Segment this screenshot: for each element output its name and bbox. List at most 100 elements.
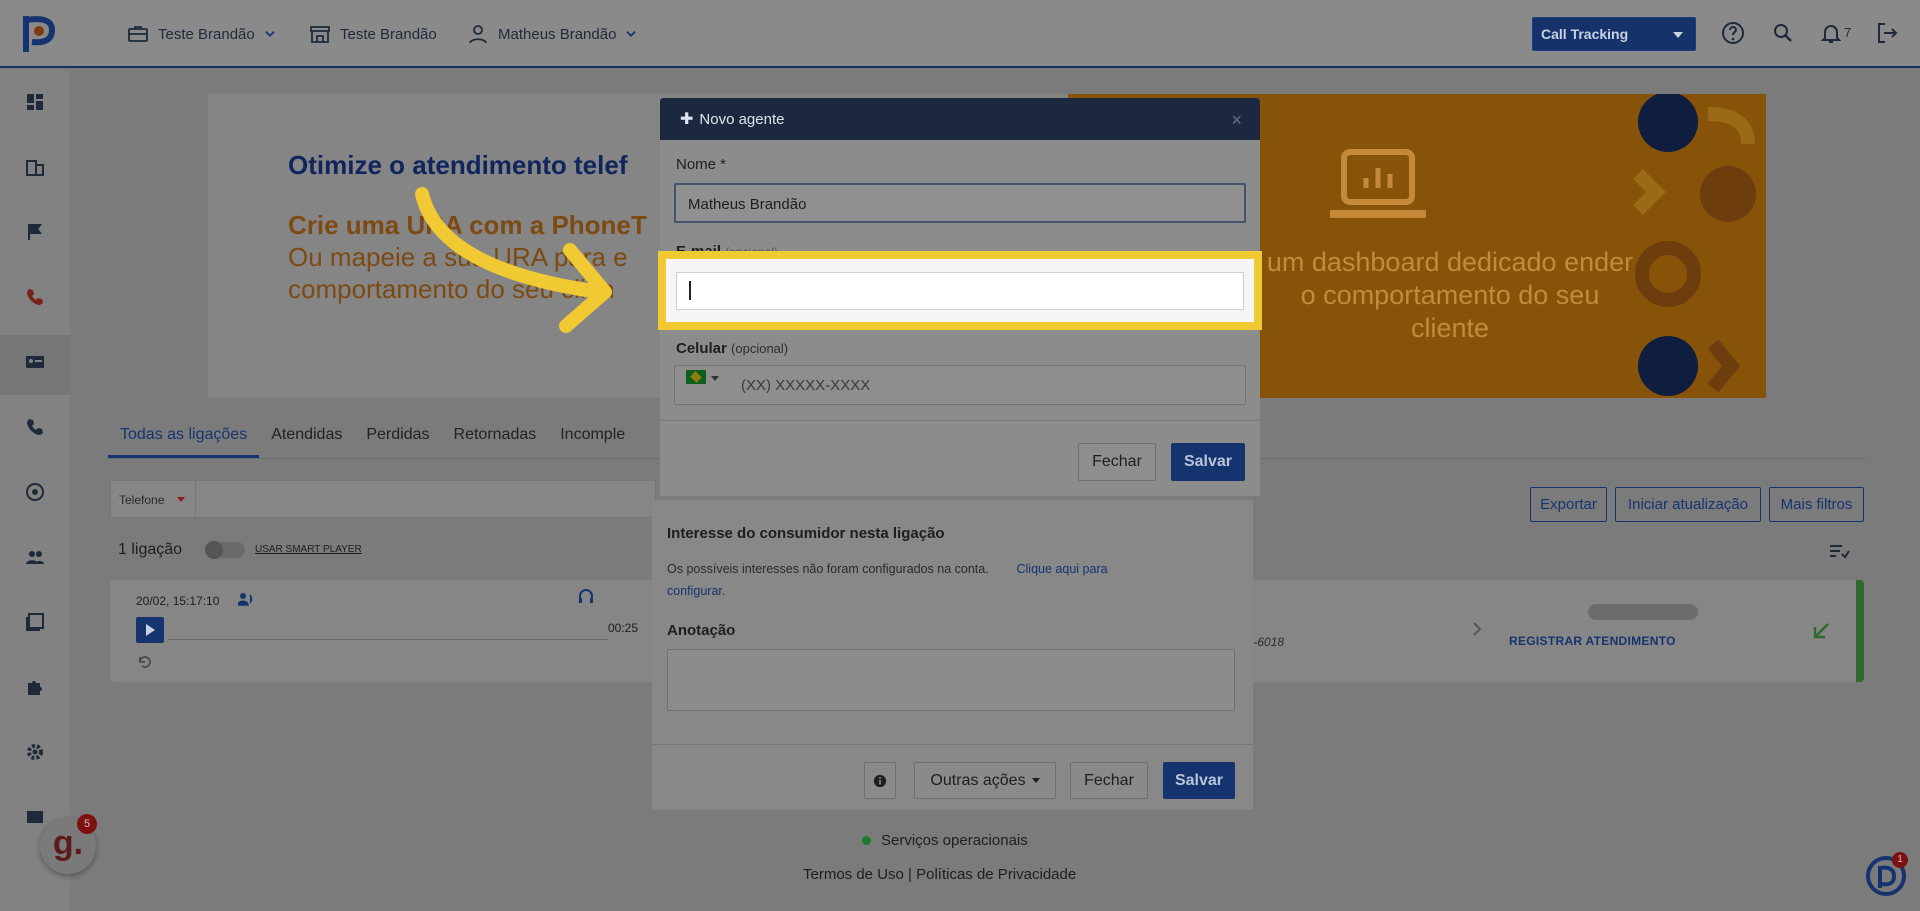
configure-link[interactable]: Clique aqui para	[1017, 562, 1108, 576]
calls-count: 1 ligação	[118, 541, 183, 558]
caret-down-icon	[177, 497, 185, 502]
phone-icon[interactable]	[25, 417, 45, 437]
incoming-call-icon	[1813, 623, 1829, 639]
dashboard-icon[interactable]	[25, 92, 45, 112]
building-icon[interactable]	[25, 157, 45, 177]
modal-close-button[interactable]: Fechar	[1078, 443, 1156, 481]
smart-player-toggle[interactable]	[205, 541, 245, 559]
user-menu[interactable]: Matheus Brandão	[466, 22, 638, 46]
call-duration: 00:25	[608, 621, 639, 635]
phone-filter-select[interactable]: Telefone	[110, 480, 196, 518]
brazil-flag-icon[interactable]	[686, 370, 706, 384]
panel-close-button[interactable]: Fechar	[1070, 762, 1148, 799]
blurred-caller-name	[1588, 604, 1698, 620]
service-status-text: Serviços operacionais	[881, 832, 1028, 849]
info-icon	[873, 774, 887, 787]
caret-down-icon	[1673, 32, 1683, 38]
modal-footer	[660, 420, 1260, 496]
annotation-textarea[interactable]	[667, 649, 1235, 711]
name-label: Nome *	[676, 156, 727, 173]
tutorial-arrow-icon	[415, 187, 612, 333]
g-widget-count: 5	[77, 814, 97, 834]
modal-save-button[interactable]: Salvar	[1171, 443, 1245, 481]
briefcase-icon	[128, 26, 148, 42]
annotation-label: Anotação	[667, 622, 736, 639]
phone-active-icon[interactable]	[25, 287, 45, 307]
start-refresh-button[interactable]: Iniciar atualização	[1615, 487, 1761, 522]
phone-field[interactable]: (XX) XXXXX-XXXX	[674, 365, 1246, 405]
product-select-value: Call Tracking	[1541, 26, 1629, 42]
caret-down-icon	[1031, 778, 1040, 783]
more-filters-button[interactable]: Mais filtros	[1769, 487, 1864, 522]
book-icon[interactable]	[25, 612, 45, 632]
contact-card-icon[interactable]	[25, 352, 45, 372]
company-selector-2[interactable]: Teste Brandão	[308, 22, 437, 46]
service-status: Serviços operacionais	[862, 832, 1028, 849]
filter-input[interactable]	[196, 480, 656, 518]
help-icon[interactable]	[1720, 20, 1746, 46]
panel-footer-divider	[652, 744, 1253, 745]
chevron-down-icon	[626, 31, 637, 37]
banner-title: Otimize o atendimento telef	[288, 150, 628, 180]
g-widget-button[interactable]: g. 5	[40, 814, 97, 874]
audio-waveform[interactable]	[168, 620, 608, 640]
phone-label-text: Celular	[676, 340, 727, 357]
decorative-shapes	[1633, 94, 1756, 396]
ura-icon[interactable]	[25, 482, 45, 502]
headphones-icon[interactable]	[578, 588, 594, 604]
register-service-link[interactable]: REGISTRAR ATENDIMENTO	[1509, 634, 1676, 648]
users-icon[interactable]	[25, 547, 45, 567]
text-cursor	[689, 281, 691, 300]
user-name: Matheus Brandão	[498, 25, 617, 43]
status-dot-icon	[862, 836, 871, 845]
modal-title: Novo agente	[699, 110, 785, 128]
tab-missed[interactable]: Perdidas	[354, 420, 441, 458]
phone-label: Celular (opcional)	[676, 340, 788, 357]
logout-icon[interactable]	[1874, 20, 1900, 46]
other-actions-button[interactable]: Outras ações	[914, 762, 1056, 799]
panel-save-button[interactable]: Salvar	[1163, 762, 1235, 799]
product-select[interactable]: Call Tracking	[1532, 17, 1696, 51]
gear-icon[interactable]	[25, 742, 45, 762]
tab-answered[interactable]: Atendidas	[259, 420, 354, 458]
call-tabs: Todas as ligações Atendidas Perdidas Ret…	[108, 420, 637, 458]
phone-filter-label: Telefone	[119, 493, 165, 507]
configure-link-2[interactable]: configurar.	[667, 584, 725, 598]
company-1-label: Teste Brandão	[158, 25, 255, 43]
email-field[interactable]	[676, 272, 1244, 310]
search-icon[interactable]	[1770, 20, 1796, 46]
toggle-knob	[205, 541, 223, 559]
user-icon	[469, 25, 487, 44]
tab-returned[interactable]: Retornadas	[442, 420, 549, 458]
close-icon[interactable]: ×	[1231, 110, 1242, 131]
company-2-label: Teste Brandão	[340, 25, 437, 43]
phone-optional: (opcional)	[731, 341, 789, 356]
footer-links[interactable]: Termos de Uso | Políticas de Privacidade	[803, 866, 1076, 883]
puzzle-icon[interactable]	[25, 677, 45, 697]
tab-incomplete[interactable]: Incomple	[548, 420, 637, 458]
support-chat-count: 1	[1892, 852, 1908, 868]
agent-voice-icon	[238, 593, 253, 606]
modal-header: ✚ Novo agente	[660, 98, 1260, 140]
top-bar: Teste Brandão Teste Brandão Matheus Bran…	[0, 0, 1920, 68]
chevron-down-icon	[265, 31, 275, 37]
country-caret-icon[interactable]	[711, 376, 719, 381]
sort-list-icon[interactable]	[1828, 542, 1850, 560]
other-actions-label: Outras ações	[930, 771, 1026, 789]
plus-icon: ✚	[680, 111, 694, 128]
bell-icon[interactable]	[1818, 20, 1844, 46]
chevron-right-icon[interactable]	[1470, 620, 1484, 638]
smart-player-label[interactable]: USAR SMART PLAYER	[255, 544, 362, 555]
call-date: 20/02, 15:17:10	[136, 594, 220, 608]
phonetrack-logo[interactable]	[22, 12, 56, 54]
company-selector-1[interactable]: Teste Brandão	[126, 22, 277, 46]
flag-icon[interactable]	[25, 222, 45, 242]
tab-all-calls[interactable]: Todas as ligações	[108, 420, 260, 458]
info-button[interactable]	[864, 762, 896, 799]
interest-description: Os possíveis interesses não foram config…	[667, 562, 989, 576]
notifications-count: 7	[1844, 25, 1852, 40]
name-field[interactable]: Matheus Brandão	[674, 183, 1246, 223]
replay-icon[interactable]	[137, 654, 153, 670]
play-button[interactable]	[136, 617, 164, 643]
export-button[interactable]: Exportar	[1530, 487, 1607, 522]
